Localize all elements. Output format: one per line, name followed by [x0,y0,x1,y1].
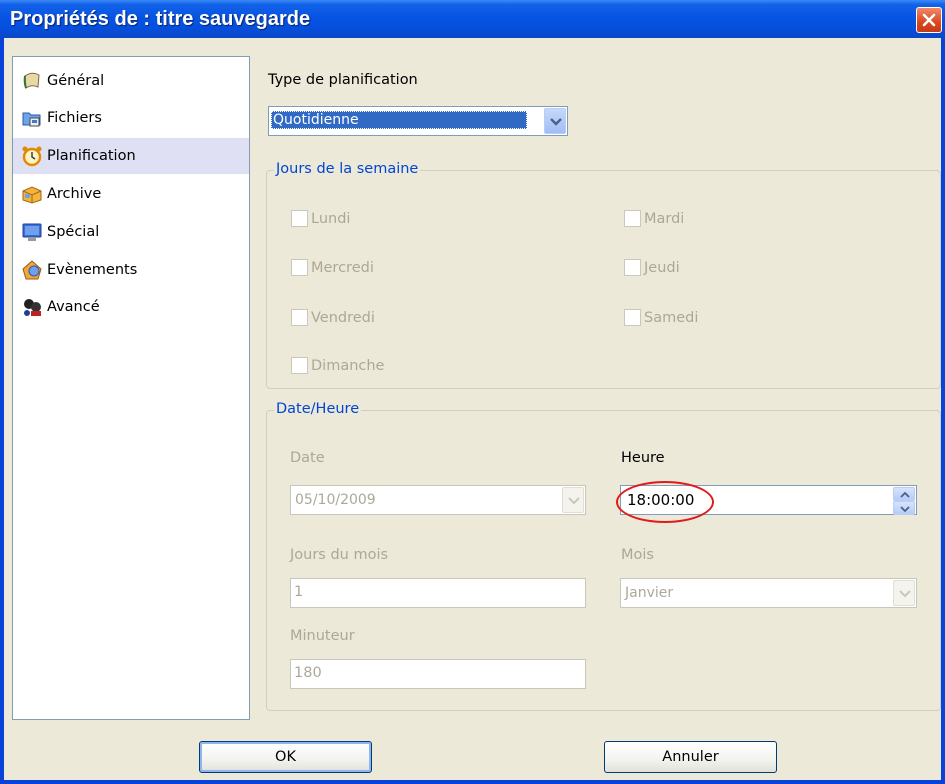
days-of-week-legend: Jours de la semaine [274,161,421,177]
time-spin-up-button[interactable] [893,487,915,501]
checkbox-label: Jeudi [644,259,680,276]
nav-item-events[interactable]: Evènements [13,252,249,288]
checkbox-samedi[interactable]: Samedi [624,309,698,326]
checkbox-label: Lundi [311,210,351,227]
checkbox-lundi[interactable]: Lundi [291,210,350,227]
schedule-type-select[interactable]: Quotidienne [268,106,568,136]
day-of-month-input[interactable]: 1 [290,578,586,608]
chevron-down-icon [899,590,911,598]
date-value: 05/10/2009 [295,492,376,508]
checkbox-mercredi[interactable]: Mercredi [291,259,374,276]
date-time-legend: Date/Heure [274,401,362,417]
schedule-type-label: Type de planification [268,72,418,88]
checkbox-box[interactable] [291,309,308,326]
date-label: Date [290,450,325,466]
title-bar[interactable]: Propriétés de : titre sauvegarde [0,0,945,38]
checkbox-mardi[interactable]: Mardi [624,210,684,227]
checkbox-label: Dimanche [311,357,385,374]
checkbox-box[interactable] [291,357,308,374]
nav-label: Spécial [47,224,100,240]
time-spinner[interactable] [893,487,915,515]
checkbox-box[interactable] [291,259,308,276]
day-of-month-value: 1 [294,584,304,600]
nav-item-special[interactable]: Spécial [13,214,249,250]
chevron-down-icon [900,506,910,512]
time-label: Heure [621,450,665,466]
nav-label: Général [47,73,105,89]
cancel-button[interactable]: Annuler [604,741,777,773]
annotation-circle [616,481,714,523]
timer-value: 180 [294,665,322,681]
month-select[interactable]: Janvier [620,578,917,608]
checkbox-jeudi[interactable]: Jeudi [624,259,680,276]
properties-dialog: Propriétés de : titre sauvegarde Général… [0,0,945,784]
close-button[interactable] [916,7,942,33]
alarm-clock-icon [22,146,42,167]
checkbox-box[interactable] [291,210,308,227]
checkbox-label: Vendredi [311,309,375,326]
nav-label: Planification [47,148,136,164]
date-dropdown-button[interactable] [562,487,584,513]
ok-button[interactable]: OK [199,741,372,773]
chevron-down-icon [550,118,562,126]
chevron-down-icon [568,497,580,505]
month-label: Mois [621,547,654,563]
window-title: Propriétés de : titre sauvegarde [10,8,311,30]
checkbox-label: Mercredi [311,259,374,276]
time-spin-down-button[interactable] [893,501,915,515]
general-icon [23,72,40,89]
nav-item-general[interactable]: Général [13,63,249,99]
schedule-type-value: Quotidienne [271,111,527,129]
checkbox-dimanche[interactable]: Dimanche [291,357,384,374]
date-picker[interactable]: 05/10/2009 [290,485,586,515]
advanced-icon [24,299,41,316]
close-icon [922,13,936,27]
nav-item-advanced[interactable]: Avancé [13,289,249,325]
month-value: Janvier [625,585,674,601]
checkbox-vendredi[interactable]: Vendredi [291,309,375,326]
chevron-up-icon [900,492,910,498]
checkbox-label: Mardi [644,210,685,227]
archive-icon [22,186,42,204]
nav-item-planification[interactable]: Planification [13,138,249,174]
checkbox-label: Samedi [644,309,699,326]
nav-label: Archive [47,186,102,202]
checkbox-box[interactable] [624,210,641,227]
nav-item-archive[interactable]: Archive [13,176,249,212]
files-icon [22,112,41,127]
nav-label: Avancé [47,299,100,315]
day-of-month-label: Jours du mois [290,547,389,563]
timer-label: Minuteur [290,628,355,644]
nav-item-files[interactable]: Fichiers [13,100,249,136]
checkbox-box[interactable] [624,259,641,276]
nav-label: Fichiers [47,110,102,126]
schedule-type-dropdown-button[interactable] [544,108,566,134]
timer-input[interactable]: 180 [290,659,586,689]
monitor-icon [22,223,42,241]
settings-nav-list: Général Fichiers Planification Archive S… [12,56,250,720]
month-dropdown-button[interactable] [893,580,915,606]
events-icon [22,260,42,280]
nav-label: Evènements [47,262,138,278]
checkbox-box[interactable] [624,309,641,326]
